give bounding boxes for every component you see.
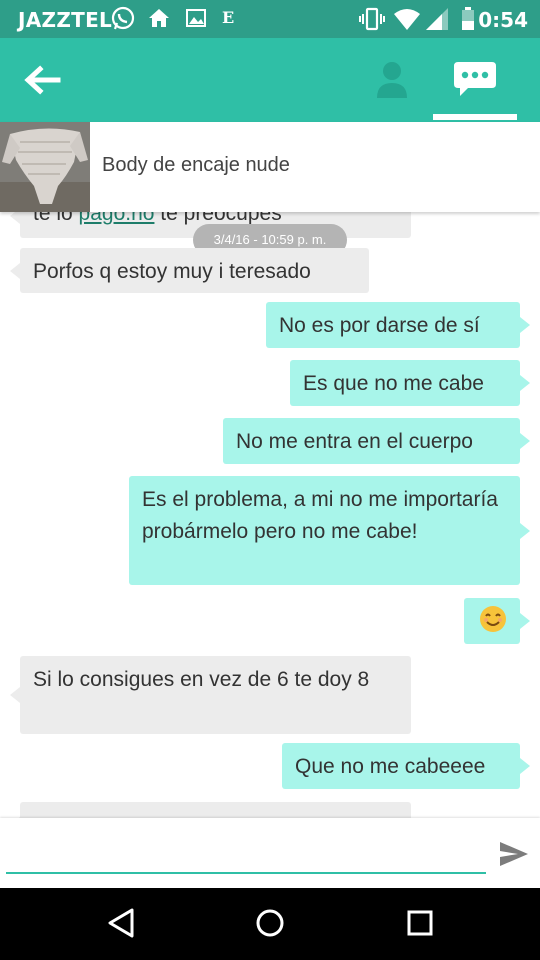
carrier-name: JAZZTEL	[18, 8, 113, 32]
back-triangle-icon[interactable]	[106, 907, 136, 944]
profile-tab-icon[interactable]	[370, 58, 414, 102]
home-icon	[147, 6, 171, 35]
recents-square-icon[interactable]	[405, 907, 435, 944]
whatsapp-icon	[110, 6, 136, 37]
message-bubble-sent: No me entra en el cuerpo	[223, 418, 530, 464]
send-icon[interactable]	[498, 838, 530, 875]
navigation-bar	[0, 888, 540, 960]
message-bubble-sent: Es que no me cabe	[290, 360, 530, 406]
battery-icon	[460, 6, 476, 37]
message-bubble-received: Si lo consigues en vez de 6 te doy 8	[10, 656, 411, 734]
message-input[interactable]	[6, 830, 486, 874]
message-list[interactable]: te lo pago.no te preocupes 3/4/16 - 10:5…	[0, 212, 540, 818]
image-icon	[185, 6, 207, 35]
active-tab-indicator	[433, 114, 517, 120]
message-link[interactable]: pago.no	[79, 212, 155, 225]
back-arrow-icon[interactable]	[20, 60, 64, 100]
status-bar: JAZZTEL E 0:54	[0, 0, 540, 38]
chat-bubble-tab-icon[interactable]	[452, 58, 498, 102]
message-bubble-received	[10, 802, 411, 818]
lace-bodysuit-thumbnail[interactable]	[0, 122, 90, 212]
signal-icon	[424, 6, 450, 37]
message-bubble-sent: Que no me cabeeee	[282, 743, 530, 789]
clock: 0:54	[478, 8, 528, 32]
home-circle-icon[interactable]	[255, 907, 285, 944]
composer-bar	[0, 818, 540, 888]
e-icon: E	[222, 8, 235, 27]
product-title: Body de encaje nude	[102, 154, 290, 176]
message-text: te lo	[33, 212, 79, 225]
message-bubble-sent: Es el problema, a mi no me importaría pr…	[129, 476, 530, 585]
wifi-icon	[393, 6, 421, 37]
product-header[interactable]: Body de encaje nude	[0, 122, 540, 212]
vibrate-icon	[358, 6, 386, 37]
message-bubble-sent	[464, 598, 530, 644]
smiling-face-emoji-icon	[478, 606, 508, 639]
message-bubble-received: Porfos q estoy muy i teresado	[10, 248, 369, 293]
app-bar	[0, 38, 540, 122]
message-bubble-sent: No es por darse de sí	[266, 302, 530, 348]
